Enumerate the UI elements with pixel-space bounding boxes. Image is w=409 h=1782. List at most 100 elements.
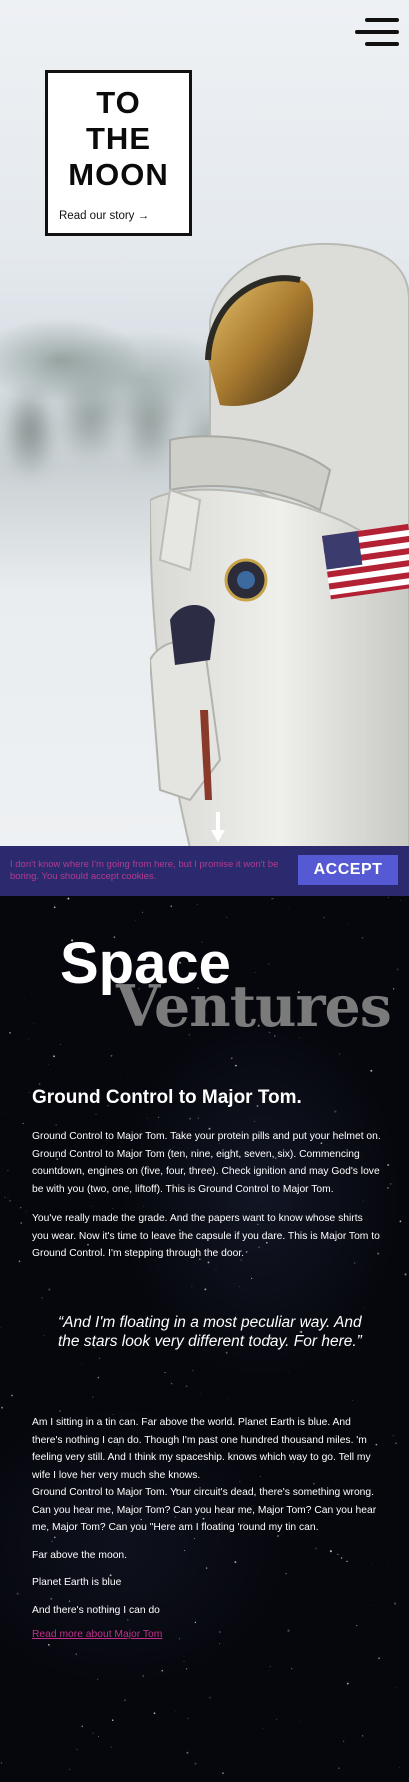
star (81, 1725, 84, 1728)
star (222, 1772, 224, 1774)
star (404, 1273, 407, 1276)
read-our-story-link[interactable]: Read our story → (59, 210, 149, 222)
hero-title-line: MOON (68, 157, 169, 192)
star (262, 1727, 264, 1729)
star (227, 1398, 228, 1399)
star (81, 1363, 83, 1364)
star (225, 1351, 228, 1354)
star (250, 1277, 253, 1279)
star (16, 1592, 19, 1595)
star (287, 908, 289, 910)
star (175, 1711, 177, 1713)
star (362, 1735, 364, 1737)
pull-quote: “And I'm floating in a most peculiar way… (58, 1314, 362, 1350)
star (31, 1676, 32, 1677)
star (170, 1375, 171, 1377)
star (392, 1435, 394, 1437)
star (219, 1643, 220, 1644)
star (291, 1668, 293, 1670)
star (68, 928, 70, 930)
accept-cookies-button[interactable]: ACCEPT (298, 855, 398, 885)
star (185, 1385, 188, 1388)
star (5, 1113, 6, 1114)
star (142, 1675, 145, 1677)
star (273, 898, 275, 899)
star (25, 1210, 27, 1212)
read-more-link[interactable]: Read more about Major Tom (32, 1629, 162, 1640)
star (28, 1092, 30, 1093)
star (20, 1207, 22, 1209)
star (268, 1670, 270, 1671)
star (394, 1602, 397, 1605)
star (390, 1183, 392, 1185)
star (396, 968, 399, 971)
star (271, 898, 273, 900)
star (392, 988, 395, 990)
star (398, 1053, 399, 1054)
astronaut-image (150, 242, 409, 848)
hero-title-card: TO THE MOON Read our story → (45, 70, 192, 236)
star (60, 1043, 62, 1045)
cookie-banner: I don't know where I'm going from here, … (0, 846, 409, 896)
star (22, 1122, 24, 1125)
star (48, 1288, 51, 1291)
star (215, 1731, 217, 1732)
star (97, 1376, 100, 1379)
star (3, 1196, 6, 1199)
article-line: Planet Earth is blue (32, 1577, 122, 1588)
star (339, 1053, 341, 1055)
star (268, 963, 270, 965)
star (370, 1069, 373, 1072)
star (230, 1057, 233, 1060)
star (185, 1668, 188, 1670)
star (323, 917, 325, 919)
star (20, 1222, 22, 1224)
space-section: Ventures Space Ground Control to Major T… (0, 896, 409, 1782)
hero-title-line: THE (86, 121, 151, 156)
star (92, 1732, 94, 1734)
star (76, 1749, 78, 1751)
star (170, 1382, 173, 1385)
star (363, 1307, 365, 1309)
star (33, 1023, 34, 1024)
star (343, 1740, 345, 1742)
star (110, 1054, 113, 1057)
cookie-message: I don't know where I'm going from here, … (10, 859, 279, 882)
star (75, 1653, 77, 1655)
hero-section: TO THE MOON Read our story → (0, 0, 409, 848)
star (110, 1746, 112, 1748)
star (11, 1394, 13, 1397)
article-heading: Ground Control to Major Tom. (32, 1087, 302, 1108)
star (28, 1038, 30, 1040)
star (161, 1669, 164, 1672)
star (67, 897, 70, 900)
star (338, 1767, 340, 1770)
star (96, 1678, 99, 1680)
star (388, 897, 389, 899)
star (30, 992, 32, 994)
star (399, 1220, 402, 1223)
star (153, 1712, 156, 1715)
star (7, 1169, 9, 1172)
scroll-down-arrow-icon[interactable] (211, 812, 225, 842)
star (196, 903, 198, 905)
star (187, 1717, 189, 1720)
hamburger-menu-icon[interactable] (355, 18, 399, 48)
article-line: And there's nothing I can do (32, 1604, 160, 1616)
star (48, 1063, 49, 1065)
star (53, 906, 56, 909)
star (164, 1372, 166, 1374)
star (9, 1031, 11, 1034)
star (18, 1260, 21, 1263)
star (395, 1687, 397, 1689)
star (287, 1370, 289, 1372)
star (41, 1296, 44, 1299)
star (170, 905, 172, 907)
star (194, 1762, 197, 1765)
star (208, 1696, 212, 1699)
star (352, 1400, 354, 1402)
article-body: Am I sitting in a tin can. Far above the… (32, 1414, 384, 1641)
star (235, 1064, 237, 1067)
hero-title-line: TO (96, 85, 141, 120)
star (239, 1286, 240, 1288)
